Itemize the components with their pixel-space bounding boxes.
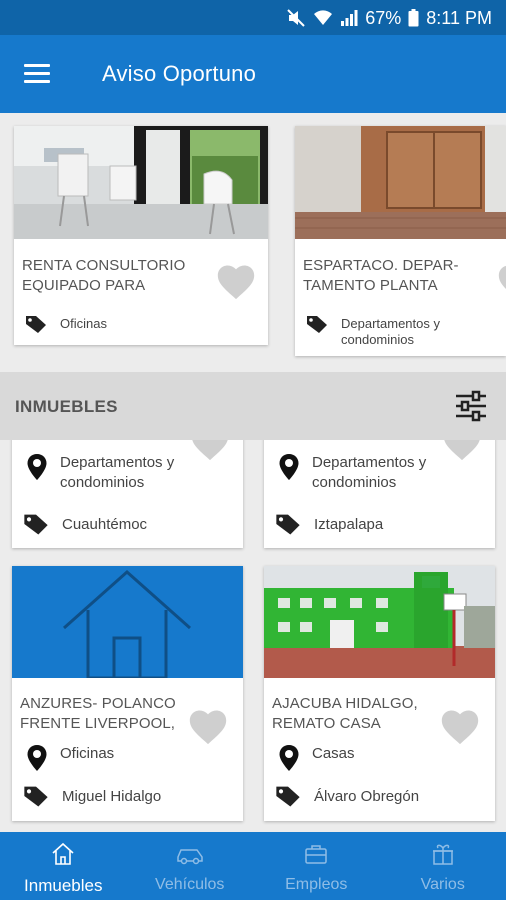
listing-photo <box>14 126 268 239</box>
listing-location: Álvaro Obregón <box>274 784 488 808</box>
location-pin-icon <box>27 745 47 771</box>
type-label: Oficinas <box>60 745 115 762</box>
signal-icon <box>341 10 358 26</box>
category-label: Departamentos y condominios <box>341 316 440 347</box>
listing-photo <box>295 126 506 239</box>
status-bar: 67% 8:11 PM <box>0 0 506 35</box>
favorite-heart-icon[interactable] <box>495 261 506 301</box>
listing-title: AJACUBA HIDALGO, REMATO CASA <box>272 695 418 732</box>
listing-title: ESPARTACO. DEPAR-TAMENTO PLANTA <box>303 257 459 294</box>
category-label: Oficinas <box>60 316 107 331</box>
listing-type: Oficinas <box>26 744 236 772</box>
tag-icon <box>276 514 300 535</box>
listing-type: Departamentos y condominios <box>26 453 236 493</box>
type-label: Departamentos y condominios <box>60 454 175 491</box>
location-pin-icon <box>27 454 47 480</box>
car-icon <box>177 849 203 865</box>
location-label: Álvaro Obregón <box>314 788 420 805</box>
location-label: Cuauhtémoc <box>62 516 148 533</box>
listing-card[interactable]: ANZURES- POLANCO FRENTE LIVERPOOL, Ofici… <box>12 566 243 821</box>
app-title: Aviso Oportuno <box>102 61 257 86</box>
listing-placeholder-image <box>12 566 243 678</box>
nav-item-varios[interactable]: Varios <box>380 832 506 900</box>
listing-type: Casas <box>278 744 488 772</box>
filter-sliders-icon[interactable] <box>454 390 488 422</box>
tag-icon <box>276 786 300 807</box>
location-pin-icon <box>279 454 299 480</box>
nav-item-vehiculos[interactable]: Vehículos <box>127 832 254 900</box>
nav-label: Empleos <box>285 876 348 893</box>
featured-card[interactable]: RENTA CONSULTORIO EQUIPADO PARA Oficinas <box>14 126 268 345</box>
location-label: Miguel Hidalgo <box>62 788 162 805</box>
location-label: Iztapalapa <box>314 516 384 533</box>
briefcase-icon <box>305 845 327 864</box>
nav-label: Vehículos <box>155 876 225 893</box>
favorite-heart-icon[interactable] <box>438 706 482 746</box>
featured-card[interactable]: ESPARTACO. DEPAR-TAMENTO PLANTA Departam… <box>295 126 506 356</box>
favorite-heart-icon[interactable] <box>186 706 230 746</box>
nav-label: Varios <box>420 876 465 893</box>
gift-icon <box>432 844 453 865</box>
listing-title: ANZURES- POLANCO FRENTE LIVERPOOL, <box>20 695 176 732</box>
listing-photo <box>264 566 495 678</box>
listing-card[interactable]: AJACUBA HIDALGO, REMATO CASA Casas Álvar… <box>264 566 495 821</box>
tag-icon <box>307 316 327 333</box>
nav-item-inmuebles[interactable]: Inmuebles <box>0 832 127 900</box>
listing-type: Departamentos y condominios <box>278 453 488 493</box>
clock: 8:11 PM <box>426 7 492 28</box>
tag-icon <box>24 514 48 535</box>
menu-button[interactable] <box>22 61 52 85</box>
location-pin-icon <box>279 745 299 771</box>
tag-icon <box>24 786 48 807</box>
nav-item-empleos[interactable]: Empleos <box>253 832 380 900</box>
section-header: INMUEBLES <box>0 372 506 440</box>
type-label: Casas <box>312 745 355 762</box>
favorite-heart-icon[interactable] <box>214 261 258 301</box>
house-icon <box>63 569 191 678</box>
section-title: INMUEBLES <box>15 397 118 416</box>
listing-category: Oficinas <box>24 314 260 334</box>
app-bar: Aviso Oportuno <box>0 35 506 113</box>
battery-icon <box>408 9 419 27</box>
battery-percent: 67% <box>365 7 402 28</box>
type-label: Departamentos y condominios <box>312 454 427 491</box>
bottom-navigation: Inmuebles Vehículos Empleos Varios <box>0 832 506 900</box>
nav-label: Inmuebles <box>24 876 103 895</box>
listing-location: Cuauhtémoc <box>22 512 236 536</box>
listing-title: RENTA CONSULTORIO EQUIPADO PARA <box>22 257 186 294</box>
listing-category: Departamentos y condominios <box>305 314 485 348</box>
wifi-icon <box>314 10 333 25</box>
tag-icon <box>26 316 46 333</box>
mute-icon <box>287 9 305 27</box>
listing-location: Iztapalapa <box>274 512 488 536</box>
listing-location: Miguel Hidalgo <box>22 784 236 808</box>
home-icon <box>52 842 74 865</box>
